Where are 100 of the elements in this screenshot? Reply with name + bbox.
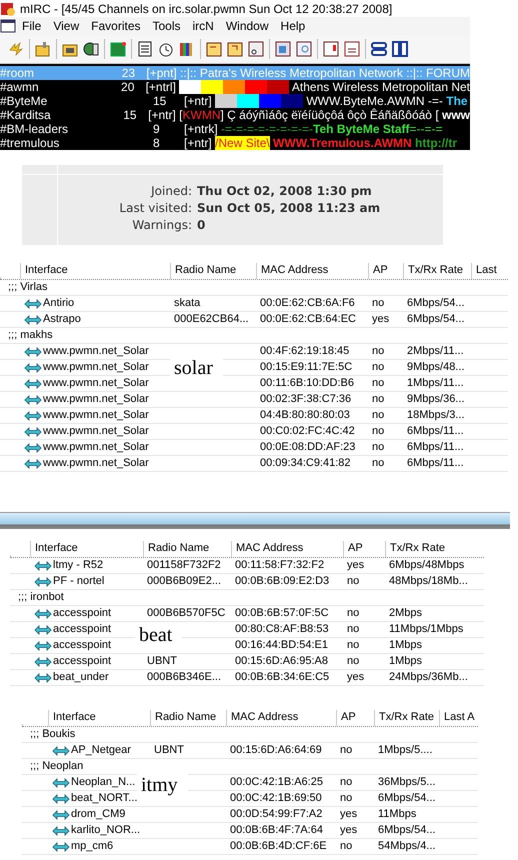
table-cell-text: no: [371, 344, 386, 359]
double-arrow-icon: [24, 346, 42, 358]
column-header[interactable]: Last: [471, 263, 504, 279]
column-header[interactable]: Radio Name: [143, 541, 231, 557]
table-cell-text: 1Mbps/5....: [377, 743, 434, 758]
notepad-icon[interactable]: [137, 41, 153, 57]
column-header[interactable]: Tx/Rx Rate: [403, 263, 471, 279]
double-arrow-icon: [34, 560, 52, 572]
channel-row[interactable]: #tremulous 8 [+ntr] /New Site\ WWW.Tremulous.AWMN http://tr: [0, 136, 470, 150]
column-header[interactable]: Radio Name: [150, 710, 226, 726]
books-icon[interactable]: [179, 41, 195, 57]
table-cell-text: 18Mbps/3...: [406, 408, 466, 423]
document-icon[interactable]: [344, 41, 360, 57]
field-value: Sun Oct 05, 2008 11:23 am: [197, 201, 382, 215]
table-cell-text: UBNT: [146, 654, 178, 669]
column-header[interactable]: MAC Address: [226, 710, 336, 726]
lightning-icon[interactable]: [8, 41, 24, 57]
table-cell-text: 00:0E:62:CB:64:EC: [259, 312, 358, 327]
menu-item[interactable]: Window: [220, 19, 275, 33]
menu-item[interactable]: Help: [274, 19, 312, 33]
column-header[interactable]: Tx/Rx Rate: [385, 541, 477, 557]
double-arrow-icon: [24, 298, 42, 310]
field-label: Last visited:: [118, 201, 192, 215]
channel-topic: [+ntrl] Athens Wireless Metropolitan Net: [146, 80, 470, 94]
table-cell-text: 00:16:44:BD:54:E1: [234, 638, 329, 653]
overlay-label: itmy: [137, 773, 188, 797]
table-cell-text: 00:15:6D:A6:64:69: [229, 743, 323, 758]
table-cell-text: 00:11:6B:10:DD:B6: [259, 376, 355, 391]
system-menu-icon[interactable]: [0, 18, 16, 34]
table-cell: www.pwmn.net_Solar: [43, 344, 149, 359]
terminal-icon[interactable]: [110, 41, 126, 57]
table-cell: Neoplan_N...: [71, 775, 136, 790]
column-header[interactable]: AP: [368, 263, 403, 279]
column-header[interactable]: AP: [336, 710, 374, 726]
channel-row[interactable]: #ByteMe 15 [+ntr] WWW.ByteMe.AWMN -=- The: [0, 94, 470, 108]
table-cell-text: 04:4B:80:80:80:03: [259, 408, 351, 423]
table-cell-text: no: [371, 360, 386, 375]
table-cell-text: no: [339, 791, 354, 806]
group-label: ;;; Boukis: [22, 727, 478, 743]
table-cell-text: UBNT: [153, 743, 185, 758]
table-cell-text: 6Mbps/11...: [406, 424, 465, 439]
table-cell-text: no: [371, 376, 386, 391]
table-cell-text: no: [339, 743, 354, 758]
stopwatch-icon[interactable]: [158, 41, 174, 57]
table-cell-text: yes: [346, 670, 366, 685]
table-cell-text: no: [339, 775, 354, 790]
table-cell-text: no: [346, 574, 360, 589]
channel-row[interactable]: #BM-leaders 9 [+ntrk] -=-=-=-=-=-=-=-=-Teh ByteMe Staff=--=-=: [0, 122, 470, 136]
table-cell: www.pwmn.net_Solar: [43, 376, 149, 391]
table-cell-text: 00:0B:6B:4D:CF:6E: [229, 839, 328, 854]
column-header[interactable]: Interface: [30, 541, 143, 557]
menu-item[interactable]: ircN: [186, 19, 220, 33]
table-cell: ltmy - R52: [53, 558, 104, 573]
table-cell: accesspoint: [53, 654, 112, 669]
table-cell-text: 00:0B:6B:4F:7A:64: [229, 823, 324, 838]
channel-name: #awmn: [0, 80, 40, 94]
column-header[interactable]: Interface: [48, 710, 150, 726]
table-cell-text: 00:15:E9:11:7E:5C: [259, 360, 354, 375]
document-icon[interactable]: [275, 41, 291, 57]
table-cell-text: no: [346, 606, 360, 621]
menu-item[interactable]: View: [47, 19, 86, 33]
column-header[interactable]: Interface: [20, 263, 170, 279]
menu-item[interactable]: File: [16, 19, 48, 33]
column-header[interactable]: Radio Name: [170, 263, 256, 279]
column-header[interactable]: Tx/Rx Rate: [374, 710, 439, 726]
table-cell-text: 9Mbps/36...: [406, 392, 466, 407]
column-header[interactable]: MAC Address: [231, 541, 343, 557]
panel-icon[interactable]: [248, 41, 264, 57]
user-count: 23: [122, 66, 136, 80]
table-cell-text: 6Mbps/48Mbps: [388, 558, 466, 573]
table-cell: beat_under: [53, 670, 109, 685]
table-cell: mp_cm6: [71, 839, 114, 854]
column-header[interactable]: AP: [343, 541, 385, 557]
table-cell-text: 1Mbps: [388, 638, 424, 653]
table-cell-text: no: [371, 408, 386, 423]
group-label: ;;; Virlas: [0, 280, 508, 296]
menu-item[interactable]: Tools: [146, 19, 187, 33]
column-header[interactable]: Last A: [439, 710, 478, 726]
channel-row[interactable]: #Karditsa 15 [+ntr] [KWMN] Ç áóýñìáôç ëïéíüôçôá ôçò Êáñäßôóáò [ www: [0, 108, 470, 122]
menu-item[interactable]: Favorites: [85, 19, 146, 33]
table-cell-text: 001158F732F2: [146, 558, 222, 573]
user-count: 8: [153, 136, 161, 150]
channel-row[interactable]: #awmn 20 [+ntrl] Athens Wireless Metropolitan Net: [0, 80, 470, 94]
table-cell-text: 6Mbps/54...: [377, 823, 436, 838]
table-cell-text: 00:0E:08:DD:AF:23: [259, 440, 356, 455]
channel-topic: [+ntr] /New Site\ WWW.Tremulous.AWMN http://tr: [184, 136, 458, 150]
document-icon[interactable]: [296, 41, 312, 57]
tile-horizontal-icon[interactable]: [371, 41, 387, 57]
table-cell-text: 00:09:34:C9:41:82: [259, 456, 352, 471]
channel-topic: [+ntr] WWW.ByteMe.AWMN -=- The: [184, 94, 468, 108]
tile-vertical-icon[interactable]: [392, 41, 408, 57]
user-count: 20: [121, 80, 136, 94]
table-cell-text: 000B6B09E2...: [146, 574, 222, 589]
table-cell-text: 00:02:3F:38:C7:36: [259, 392, 352, 407]
channel-topic: [+ntr] [KWMN] Ç áóýñìáôç ëïéíüôçôá ôçò Êáñäßôóáò [ www: [148, 108, 470, 122]
double-arrow-icon: [24, 362, 42, 374]
column-header[interactable]: MAC Address: [256, 263, 368, 279]
table-cell-text: no: [371, 424, 386, 439]
table-cell-text: 54Mbps/4...: [377, 839, 436, 854]
group-label: ;;; ironbot: [10, 590, 484, 606]
